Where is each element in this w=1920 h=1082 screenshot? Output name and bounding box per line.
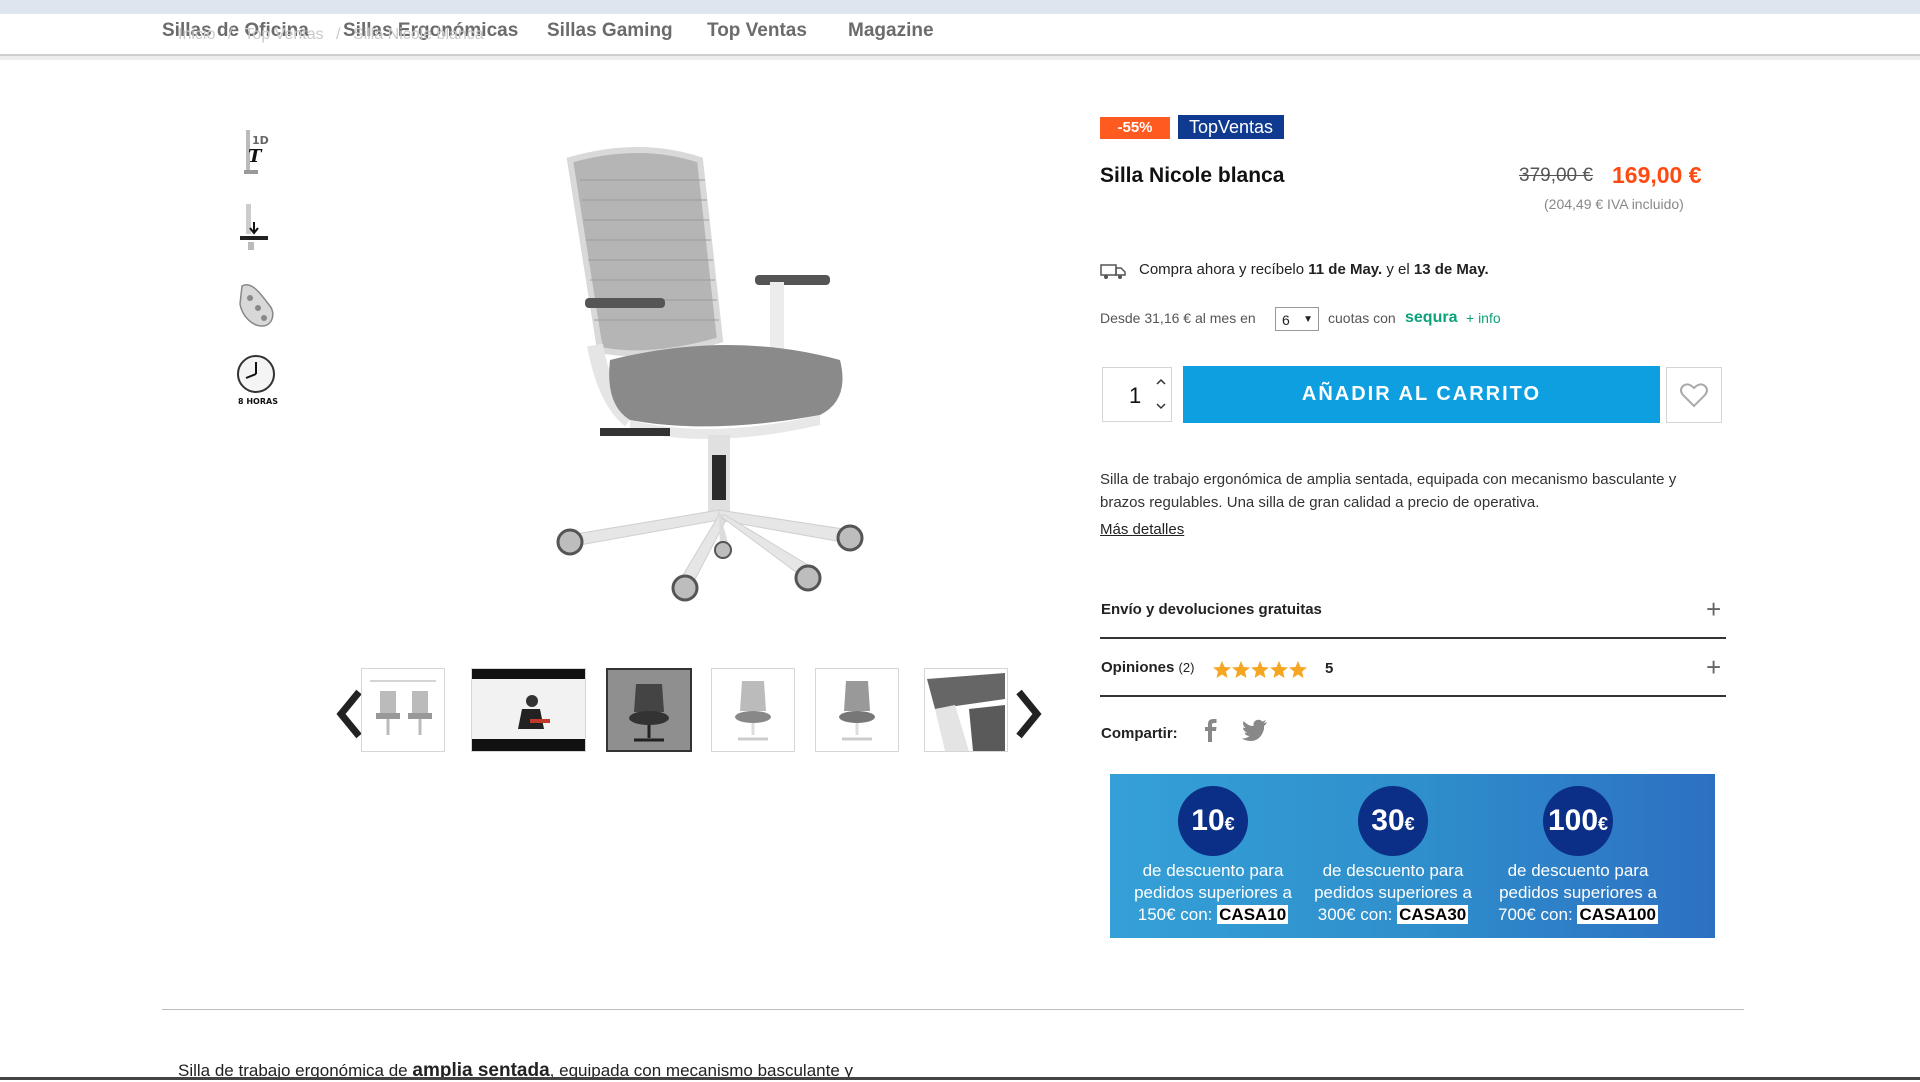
divider: [1100, 637, 1726, 639]
installments-select[interactable]: 6 ▼: [1275, 307, 1319, 331]
breadcrumb-top-ventas[interactable]: Top Ventas: [244, 26, 323, 43]
thumbs-next-arrow-icon[interactable]: [1011, 688, 1045, 740]
twitter-icon[interactable]: [1240, 716, 1270, 744]
quantity-stepper[interactable]: 1: [1102, 367, 1172, 422]
product-title: Silla Nicole blanca: [1100, 164, 1285, 187]
delivery-truck-icon: [1100, 262, 1126, 280]
financing-info-link[interactable]: + info: [1466, 310, 1501, 326]
height-adjust-icon: [232, 200, 284, 256]
discount-promo-banner: 10€ de descuento para pedidos superiores…: [1110, 774, 1715, 938]
rating-stars: [1212, 660, 1312, 685]
breadcrumb-separator: /: [227, 26, 233, 43]
breadcrumb-home[interactable]: Inicio: [178, 26, 215, 43]
financing-suffix: cuotas con: [1328, 310, 1396, 326]
financing-prefix: Desde 31,16 € al mes en: [1100, 310, 1256, 326]
delivery-date-1: 11 de May.: [1308, 261, 1383, 278]
promo-code: CASA10: [1217, 905, 1289, 924]
promo-line: pedidos superiores a: [1134, 883, 1292, 902]
promo-amount: 10: [1191, 804, 1225, 837]
facebook-icon[interactable]: [1198, 716, 1222, 744]
promo-line: de descuento para: [1322, 861, 1464, 880]
thumbnail-dimensions[interactable]: [361, 668, 445, 752]
wishlist-button[interactable]: [1666, 367, 1722, 423]
sequra-logo: sequra: [1405, 309, 1458, 326]
reviews-heading[interactable]: Opiniones (2): [1101, 659, 1194, 676]
promo-amount: 30: [1371, 804, 1405, 837]
promo-description: de descuento para pedidos superiores a 1…: [1113, 860, 1313, 926]
breadcrumb: Inicio / Top Ventas / Silla Nicole blanc…: [178, 26, 492, 44]
quantity-decrease-icon[interactable]: [1153, 398, 1169, 414]
delivery-prefix: Compra ahora y recíbelo: [1139, 261, 1305, 278]
heart-icon: [1680, 383, 1708, 408]
thumbnail-front-view-selected[interactable]: [606, 668, 692, 752]
rating-value: 5: [1325, 660, 1334, 677]
promo-line: de descuento para: [1507, 861, 1649, 880]
thumbnail-side-view[interactable]: [711, 668, 795, 752]
promo-line: pedidos superiores a: [1499, 883, 1657, 902]
product-short-description: Silla de trabajo ergonómica de amplia se…: [1100, 471, 1677, 511]
current-price: 169,00 €: [1612, 162, 1702, 188]
expand-reviews-plus-icon[interactable]: +: [1706, 652, 1721, 683]
promo-code: CASA30: [1397, 905, 1469, 924]
more-details-link[interactable]: Más detalles: [1100, 521, 1184, 538]
nav-sillas-gaming[interactable]: Sillas Gaming: [547, 20, 673, 42]
section-divider: [162, 1009, 1744, 1010]
expand-shipping-plus-icon[interactable]: +: [1706, 594, 1721, 625]
svg-text:T: T: [248, 146, 263, 167]
breadcrumb-separator: /: [336, 26, 341, 43]
promo-code: CASA100: [1577, 905, 1658, 924]
delivery-estimate: Compra ahora y recíbelo 11 de May. y el …: [1139, 261, 1489, 278]
armrest-1d-icon: 1D T: [232, 126, 284, 182]
divider: [1100, 695, 1726, 697]
nav-divider: [0, 56, 1920, 60]
reviews-label: Opiniones: [1101, 659, 1175, 676]
promo-description: de descuento para pedidos superiores a 7…: [1478, 860, 1678, 926]
quantity-value[interactable]: 1: [1129, 383, 1141, 409]
nav-top-ventas[interactable]: Top Ventas: [707, 20, 807, 42]
reviews-count: (2): [1178, 660, 1195, 675]
promo-description: de descuento para pedidos superiores a 3…: [1293, 860, 1493, 926]
chevron-down-icon: ▼: [1303, 314, 1313, 325]
promo-line: de descuento para: [1142, 861, 1284, 880]
top-strip: [0, 0, 1920, 14]
promo-line: 700€ con:: [1498, 905, 1573, 924]
vat-note: (204,49 € IVA incluido): [1544, 196, 1684, 212]
promo-currency: €: [1224, 814, 1235, 834]
promo-line: pedidos superiores a: [1314, 883, 1472, 902]
delivery-date-2: 13 de May.: [1413, 261, 1489, 278]
promo-amount: 100: [1547, 804, 1599, 837]
add-to-cart-button[interactable]: AÑADIR AL CARRITO: [1183, 366, 1660, 423]
shipping-returns-heading[interactable]: Envío y devoluciones gratuitas: [1101, 601, 1322, 618]
topventas-badge: TopVentas: [1178, 115, 1284, 139]
promo-line: 150€ con:: [1137, 905, 1213, 924]
nav-magazine[interactable]: Magazine: [848, 20, 934, 42]
thumbnail-video[interactable]: [471, 668, 586, 752]
thumbnail-detail[interactable]: [924, 668, 1008, 752]
promo-amount-badge: 30€: [1358, 786, 1428, 856]
breadcrumb-current: Silla Nicole blanca: [352, 26, 484, 43]
svg-text:8 HORAS: 8 HORAS: [238, 397, 278, 406]
promo-amount-badge: 100€: [1543, 786, 1613, 856]
share-label: Compartir:: [1101, 725, 1178, 742]
delivery-mid: y el: [1386, 261, 1410, 278]
thumbnail-back-view[interactable]: [815, 668, 899, 752]
clock-8h-icon: 8 HORAS: [232, 352, 284, 408]
promo-line: 300€ con:: [1317, 905, 1393, 924]
product-main-image[interactable]: [430, 110, 950, 630]
discount-badge: -55%: [1100, 117, 1170, 139]
promo-currency: €: [1404, 814, 1415, 834]
promo-currency: €: [1598, 814, 1609, 834]
old-price: 379,00 €: [1519, 165, 1593, 186]
installments-value: 6: [1282, 312, 1290, 328]
quantity-increase-icon[interactable]: [1153, 374, 1169, 390]
promo-amount-badge: 10€: [1178, 786, 1248, 856]
ergonomic-back-icon: [232, 276, 284, 332]
